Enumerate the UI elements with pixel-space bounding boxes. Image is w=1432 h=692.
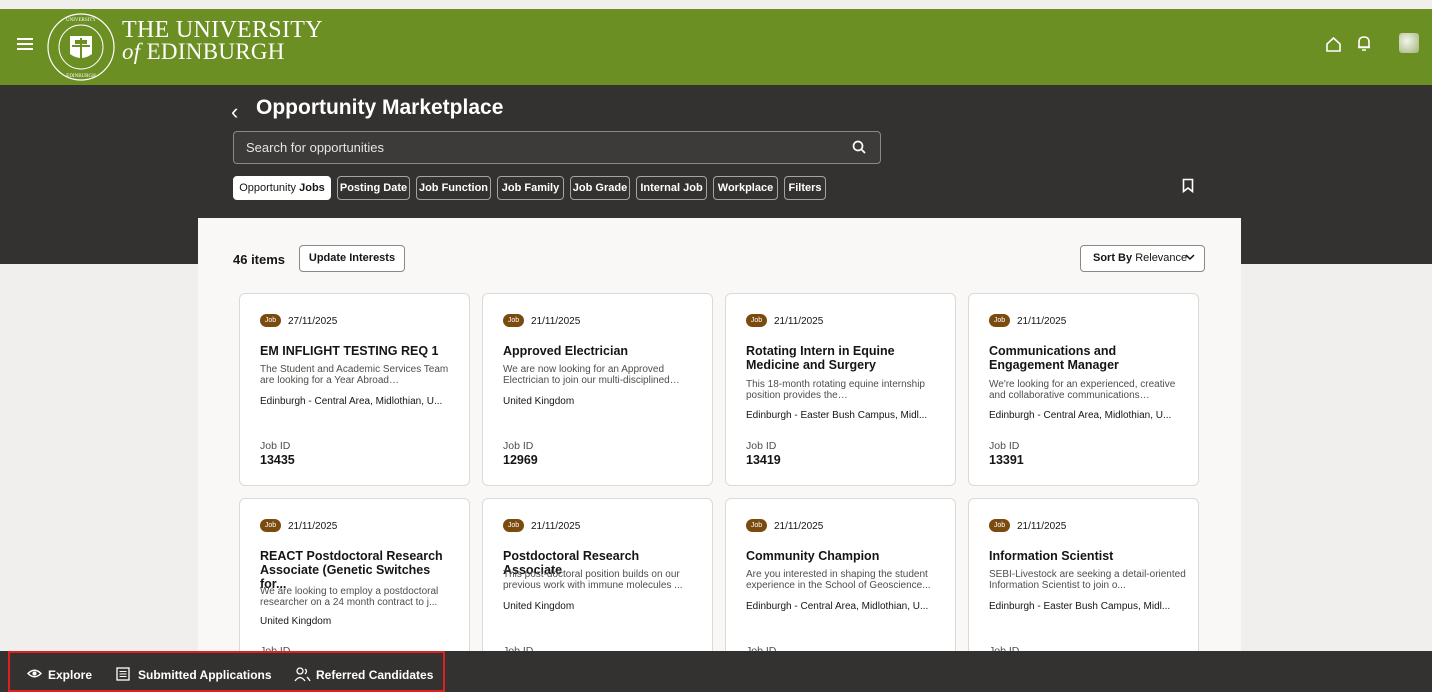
sort-by-value: Relevance [1135, 252, 1188, 264]
job-card[interactable]: Job 21/11/2025 Communications and Engage… [968, 293, 1199, 486]
job-description: We are now looking for an Approved Elect… [503, 364, 680, 386]
eye-icon [27, 669, 42, 678]
user-avatar[interactable] [1399, 33, 1419, 53]
items-count: 46 items [233, 252, 286, 267]
filter-chip-job-family[interactable]: Job Family [497, 176, 564, 200]
posting-date: 21/11/2025 [288, 521, 338, 532]
svg-text:EDINBURGH: EDINBURGH [66, 74, 96, 79]
job-card[interactable]: Job 21/11/2025 Rotating Intern in Equine… [725, 293, 956, 486]
university-name-line1: THE UNIVERSITY [122, 17, 323, 43]
search-input[interactable]: Search for opportunities [233, 131, 881, 164]
home-icon[interactable] [1325, 36, 1342, 52]
university-name: THE UNIVERSITY of EDINBURGH [122, 17, 323, 64]
job-description: SEBI-Livestock are seeking a detail-orie… [989, 569, 1186, 591]
nav-submitted-applications[interactable]: Submitted Applications [116, 667, 272, 682]
filter-chip-job-grade[interactable]: Job Grade [570, 176, 630, 200]
job-id: 12969 [503, 453, 538, 467]
job-title: Information Scientist [989, 549, 1114, 563]
list-document-icon [116, 667, 130, 681]
job-type-badge: Job [746, 314, 767, 327]
job-type-badge: Job [503, 519, 524, 532]
posting-date: 21/11/2025 [774, 521, 824, 532]
people-icon [294, 667, 311, 682]
sort-by-label: Sort By [1093, 252, 1133, 264]
job-location: Edinburgh - Central Area, Midlothian, U.… [746, 601, 929, 612]
job-description: Are you interested in shaping the studen… [746, 569, 931, 591]
job-id-label: Job ID [989, 440, 1020, 452]
job-title: Communications and Engagement Manager [989, 344, 1119, 372]
filter-chip-internal-job[interactable]: Internal Job [636, 176, 707, 200]
posting-date: 21/11/2025 [774, 316, 824, 327]
job-type-badge: Job [503, 314, 524, 327]
posting-date: 21/11/2025 [1017, 316, 1067, 327]
job-description: The Student and Academic Services Team a… [260, 364, 449, 386]
job-location: Edinburgh - Easter Bush Campus, Midl... [746, 410, 928, 421]
notifications-bell-icon[interactable] [1357, 35, 1371, 52]
university-crest-logo[interactable]: UNIVERSITY EDINBURGH [46, 12, 116, 82]
filter-chip-label: Jobs [299, 182, 325, 194]
nav-explore-label: Explore [48, 668, 93, 682]
job-description: We're looking for an experienced, creati… [989, 379, 1176, 401]
university-name-of: of [122, 39, 141, 64]
posting-date: 21/11/2025 [1017, 521, 1067, 532]
job-id: 13419 [746, 453, 781, 467]
filter-chip-job-function[interactable]: Job Function [416, 176, 491, 200]
filter-chip-prefix: Opportunity [239, 182, 297, 194]
job-location: Edinburgh - Central Area, Midlothian, U.… [260, 396, 443, 407]
job-id-label: Job ID [260, 440, 291, 452]
job-type-badge: Job [260, 314, 281, 327]
job-title: REACT Postdoctoral Research Associate (G… [260, 549, 443, 591]
filter-chip-opportunity-jobs[interactable]: Opportunity Jobs [233, 176, 331, 200]
posting-date: 27/11/2025 [288, 316, 338, 327]
update-interests-button[interactable]: Update Interests [299, 245, 405, 272]
bottom-navigation: Explore Submitted Applications Referred … [0, 651, 1432, 692]
job-id-label: Job ID [746, 440, 777, 452]
job-id: 13435 [260, 453, 295, 467]
back-chevron-icon[interactable]: ‹ [231, 99, 238, 125]
filter-chip-posting-date[interactable]: Posting Date [337, 176, 410, 200]
job-type-badge: Job [260, 519, 281, 532]
job-location: United Kingdom [260, 616, 332, 627]
posting-date: 21/11/2025 [531, 521, 581, 532]
job-title: Rotating Intern in Equine Medicine and S… [746, 344, 895, 372]
nav-referred-candidates[interactable]: Referred Candidates [294, 667, 434, 682]
job-location: Edinburgh - Easter Bush Campus, Midl... [989, 601, 1171, 612]
job-card[interactable]: Job 21/11/2025 Approved Electrician We a… [482, 293, 713, 486]
job-location: United Kingdom [503, 601, 575, 612]
job-title: EM INFLIGHT TESTING REQ 1 [260, 344, 439, 358]
job-type-badge: Job [746, 519, 767, 532]
job-id-label: Job ID [503, 440, 534, 452]
job-type-badge: Job [989, 519, 1010, 532]
job-title: Approved Electrician [503, 344, 629, 358]
sort-by-dropdown[interactable]: Sort By Relevance [1080, 245, 1205, 272]
bookmark-icon[interactable] [1182, 178, 1194, 193]
job-type-badge: Job [989, 314, 1010, 327]
nav-referred-label: Referred Candidates [316, 668, 434, 682]
job-card[interactable]: Job 27/11/2025 EM INFLIGHT TESTING REQ 1… [239, 293, 470, 486]
job-location: United Kingdom [503, 396, 575, 407]
job-description: We are looking to employ a postdoctoral … [260, 586, 439, 608]
page-title: Opportunity Marketplace [256, 96, 504, 119]
search-icon[interactable] [852, 140, 866, 154]
chevron-down-icon [1185, 246, 1195, 271]
filter-chip-filters[interactable]: Filters [784, 176, 826, 200]
svg-text:UNIVERSITY: UNIVERSITY [66, 18, 96, 23]
nav-explore[interactable]: Explore [27, 668, 92, 682]
filter-chip-workplace[interactable]: Workplace [713, 176, 778, 200]
job-id: 13391 [989, 453, 1024, 467]
job-location: Edinburgh - Central Area, Midlothian, U.… [989, 410, 1172, 421]
search-placeholder: Search for opportunities [246, 140, 385, 155]
nav-submitted-label: Submitted Applications [138, 668, 272, 682]
job-description: This post-doctoral position builds on ou… [503, 569, 683, 591]
job-title: Community Champion [746, 549, 880, 563]
top-header: UNIVERSITY EDINBURGH THE UNIVERSITY of E… [0, 9, 1432, 85]
posting-date: 21/11/2025 [531, 316, 581, 327]
university-name-line2: EDINBURGH [146, 39, 285, 64]
menu-icon[interactable] [17, 38, 33, 52]
job-description: This 18-month rotating equine internship… [746, 379, 925, 401]
